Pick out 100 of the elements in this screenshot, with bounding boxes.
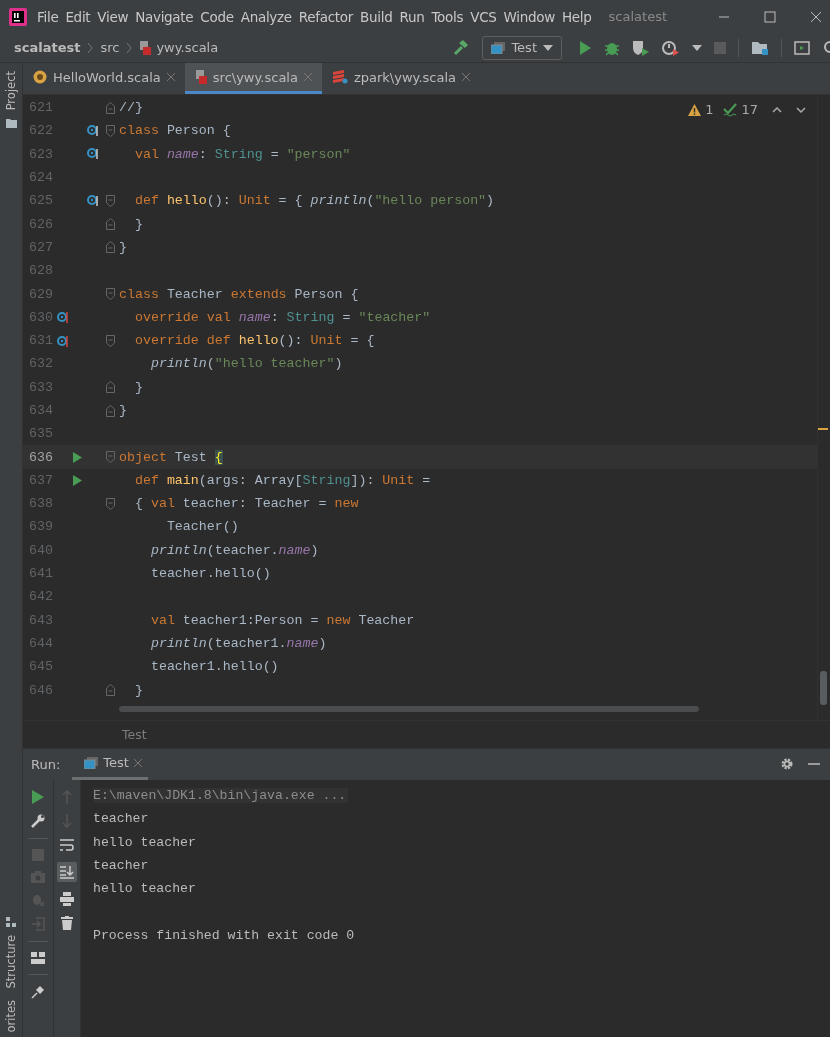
line-number: 636 bbox=[28, 449, 53, 465]
fold-icon[interactable] bbox=[105, 497, 115, 510]
rerun-icon[interactable] bbox=[32, 789, 44, 804]
code-line: println(teacher.name) bbox=[149, 542, 319, 558]
code-line: Teacher() bbox=[165, 519, 239, 535]
fold-icon[interactable] bbox=[105, 194, 115, 207]
editor-tab[interactable]: HelloWorld.scala bbox=[23, 63, 185, 94]
overrides-marker-icon[interactable] bbox=[57, 310, 69, 325]
code-line: println("hello teacher") bbox=[149, 356, 343, 372]
close-icon[interactable] bbox=[166, 73, 175, 81]
caret-icon[interactable] bbox=[692, 44, 702, 51]
code-line: class Teacher extends Person { bbox=[119, 286, 359, 302]
breadcrumb[interactable]: src bbox=[100, 40, 120, 55]
editor-tab[interactable]: src\ywy.scala bbox=[184, 63, 322, 94]
search-icon[interactable] bbox=[822, 39, 830, 56]
settings-icon[interactable] bbox=[780, 757, 794, 772]
line-number: 621 bbox=[28, 100, 53, 116]
fold-icon[interactable] bbox=[105, 288, 115, 300]
close-icon[interactable] bbox=[462, 73, 470, 81]
line-number: 644 bbox=[28, 635, 53, 651]
chevron-up-icon[interactable] bbox=[772, 106, 782, 113]
run-gutter-icon[interactable] bbox=[73, 451, 82, 463]
code-line: override val name: String = "teacher" bbox=[133, 309, 431, 325]
weak-warning-count[interactable]: 17 bbox=[741, 102, 758, 117]
menu-item[interactable]: VCS bbox=[470, 8, 497, 25]
scala-file-icon bbox=[194, 70, 207, 84]
menu-item[interactable]: Code bbox=[200, 8, 234, 25]
scala-file-icon bbox=[139, 40, 152, 55]
layout-icon[interactable] bbox=[31, 951, 45, 964]
check-icon bbox=[723, 102, 738, 117]
horizontal-scrollbar[interactable] bbox=[119, 705, 699, 712]
code-line: } bbox=[133, 216, 143, 232]
scala-module-icon bbox=[331, 70, 348, 84]
code-line: } bbox=[133, 682, 143, 698]
gauge-run-icon[interactable] bbox=[662, 39, 680, 56]
close-icon[interactable] bbox=[810, 10, 822, 23]
menu-item[interactable]: Help bbox=[562, 8, 592, 25]
run-icon[interactable] bbox=[578, 39, 592, 56]
menu-item[interactable]: Build bbox=[360, 8, 393, 25]
maximize-icon[interactable] bbox=[764, 10, 776, 23]
tool-window-tab[interactable]: Structure bbox=[4, 926, 18, 993]
fold-icon[interactable] bbox=[105, 381, 115, 394]
line-number: 622 bbox=[28, 123, 53, 139]
line-number: 639 bbox=[28, 519, 53, 535]
hammer-icon[interactable] bbox=[452, 38, 471, 57]
panel-title: Run: bbox=[31, 756, 61, 772]
window-icon[interactable] bbox=[794, 39, 810, 56]
run-configuration-dropdown[interactable]: Test bbox=[482, 35, 562, 60]
code-line: object Test { bbox=[119, 449, 223, 465]
folder-icon[interactable] bbox=[751, 39, 769, 56]
code-line: def hello(): Unit = { println("hello person") bbox=[133, 193, 495, 209]
scroll-to-end-button[interactable] bbox=[57, 861, 77, 882]
line-number: 640 bbox=[28, 542, 53, 558]
pin-icon[interactable] bbox=[31, 984, 45, 999]
vertical-scrollbar[interactable] bbox=[820, 671, 827, 705]
fold-icon[interactable] bbox=[105, 124, 115, 137]
code-line: } bbox=[119, 239, 127, 255]
menu-item[interactable]: Tools bbox=[431, 8, 464, 25]
close-icon[interactable] bbox=[133, 758, 142, 767]
fold-icon[interactable] bbox=[105, 241, 115, 254]
warning-count[interactable]: 1 bbox=[705, 102, 714, 117]
implemented-marker-icon[interactable] bbox=[87, 123, 99, 138]
implemented-marker-icon[interactable] bbox=[87, 193, 99, 208]
fold-icon[interactable] bbox=[105, 684, 115, 697]
menu-item[interactable]: Window bbox=[503, 8, 555, 25]
breadcrumb[interactable]: Test bbox=[122, 726, 147, 742]
fold-icon[interactable] bbox=[105, 334, 115, 347]
line-number: 628 bbox=[28, 263, 53, 279]
fold-icon[interactable] bbox=[105, 404, 115, 417]
menu-item[interactable]: Navigate bbox=[135, 8, 194, 25]
menu-item[interactable]: Run bbox=[399, 8, 425, 25]
implemented-marker-icon[interactable] bbox=[87, 147, 99, 162]
tool-window-tab[interactable]: orites bbox=[4, 992, 18, 1037]
editor-tab[interactable]: zpark\ywy.scala bbox=[321, 63, 480, 94]
code-line: def main(args: Array[String]): Unit = bbox=[133, 472, 431, 488]
line-number: 646 bbox=[28, 682, 53, 698]
code-line: teacher1.hello() bbox=[149, 659, 279, 675]
code-line: teacher.hello() bbox=[149, 566, 271, 582]
code-line: { val teacher: Teacher = new bbox=[133, 496, 359, 512]
trash-icon[interactable] bbox=[61, 915, 73, 930]
wrench-icon[interactable] bbox=[31, 813, 45, 828]
print-icon[interactable] bbox=[60, 891, 74, 906]
menu-item[interactable]: File bbox=[37, 8, 59, 25]
fold-icon[interactable] bbox=[105, 451, 115, 464]
breadcrumb[interactable]: scalatest bbox=[14, 40, 81, 55]
shield-run-icon[interactable] bbox=[632, 39, 650, 56]
soft-wrap-icon[interactable] bbox=[60, 837, 74, 852]
breadcrumb[interactable]: ywy.scala bbox=[156, 40, 219, 55]
overrides-marker-icon[interactable] bbox=[57, 333, 69, 348]
window-stack-icon bbox=[84, 756, 99, 769]
run-gutter-icon[interactable] bbox=[73, 474, 82, 486]
chevron-down-icon[interactable] bbox=[796, 106, 806, 113]
menu-item[interactable]: Refactor bbox=[298, 8, 354, 25]
fold-icon[interactable] bbox=[105, 218, 115, 231]
fold-icon[interactable] bbox=[105, 101, 115, 114]
menu-item[interactable]: Analyze bbox=[240, 8, 292, 25]
menu-item[interactable]: View bbox=[97, 8, 129, 25]
line-number: 627 bbox=[28, 239, 53, 255]
menu-item[interactable]: Edit bbox=[65, 8, 91, 25]
project-tool-tab[interactable]: Project bbox=[4, 63, 18, 115]
